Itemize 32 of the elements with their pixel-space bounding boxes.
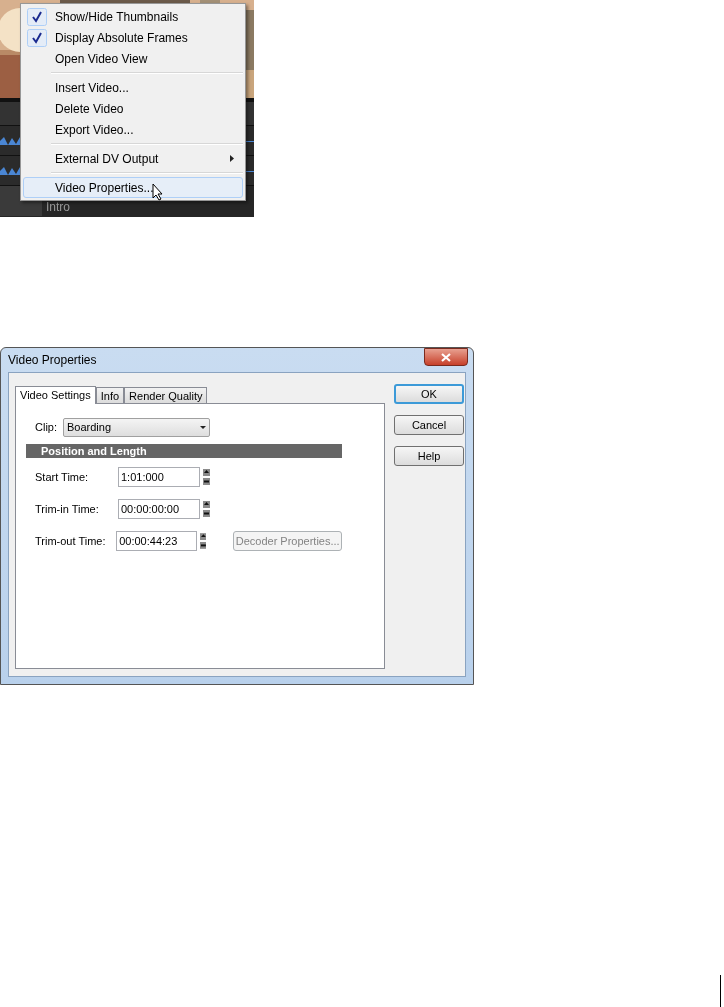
spinner-icon[interactable] bbox=[203, 469, 210, 485]
menu-item[interactable]: Insert Video... bbox=[23, 77, 243, 98]
clip-dropdown[interactable]: Boarding bbox=[63, 418, 210, 437]
tab[interactable]: Info bbox=[95, 387, 125, 403]
menu-item[interactable]: Export Video... bbox=[23, 119, 243, 140]
time-field[interactable]: 00:00:44:23 bbox=[116, 531, 197, 551]
section-header: Position and Length bbox=[26, 444, 342, 458]
menu-item[interactable]: Open Video View bbox=[23, 48, 243, 69]
close-button[interactable] bbox=[424, 348, 468, 366]
field-label: Trim-in Time: bbox=[34, 501, 100, 517]
menu-item[interactable]: Video Properties... bbox=[23, 177, 243, 198]
menu-item[interactable]: Delete Video bbox=[23, 98, 243, 119]
menu-item[interactable]: Display Absolute Frames bbox=[23, 27, 243, 48]
window-title: Video Properties bbox=[8, 352, 97, 369]
submenu-arrow-icon bbox=[230, 155, 234, 162]
time-field[interactable]: 1:01:000 bbox=[118, 467, 200, 487]
cursor-icon bbox=[152, 183, 164, 201]
time-field[interactable]: 00:00:00:00 bbox=[118, 499, 200, 519]
menu-item[interactable]: External DV Output bbox=[23, 148, 243, 169]
field-label: Trim-out Time: bbox=[34, 533, 107, 549]
dialog-button[interactable]: Cancel bbox=[394, 415, 464, 435]
clip-label: Clip: bbox=[34, 420, 58, 436]
close-icon bbox=[441, 352, 451, 362]
dropdown-arrow-icon bbox=[200, 426, 206, 429]
dialog-button[interactable]: OK bbox=[394, 384, 464, 404]
spinner-icon[interactable] bbox=[199, 533, 207, 549]
menu-item[interactable]: Show/Hide Thumbnails bbox=[23, 6, 243, 27]
tab[interactable]: Video Settings bbox=[15, 386, 96, 404]
tab[interactable]: Render Quality bbox=[124, 387, 208, 403]
spinner-icon[interactable] bbox=[203, 501, 210, 517]
field-label: Start Time: bbox=[34, 469, 90, 485]
dialog-button[interactable]: Help bbox=[394, 446, 464, 466]
